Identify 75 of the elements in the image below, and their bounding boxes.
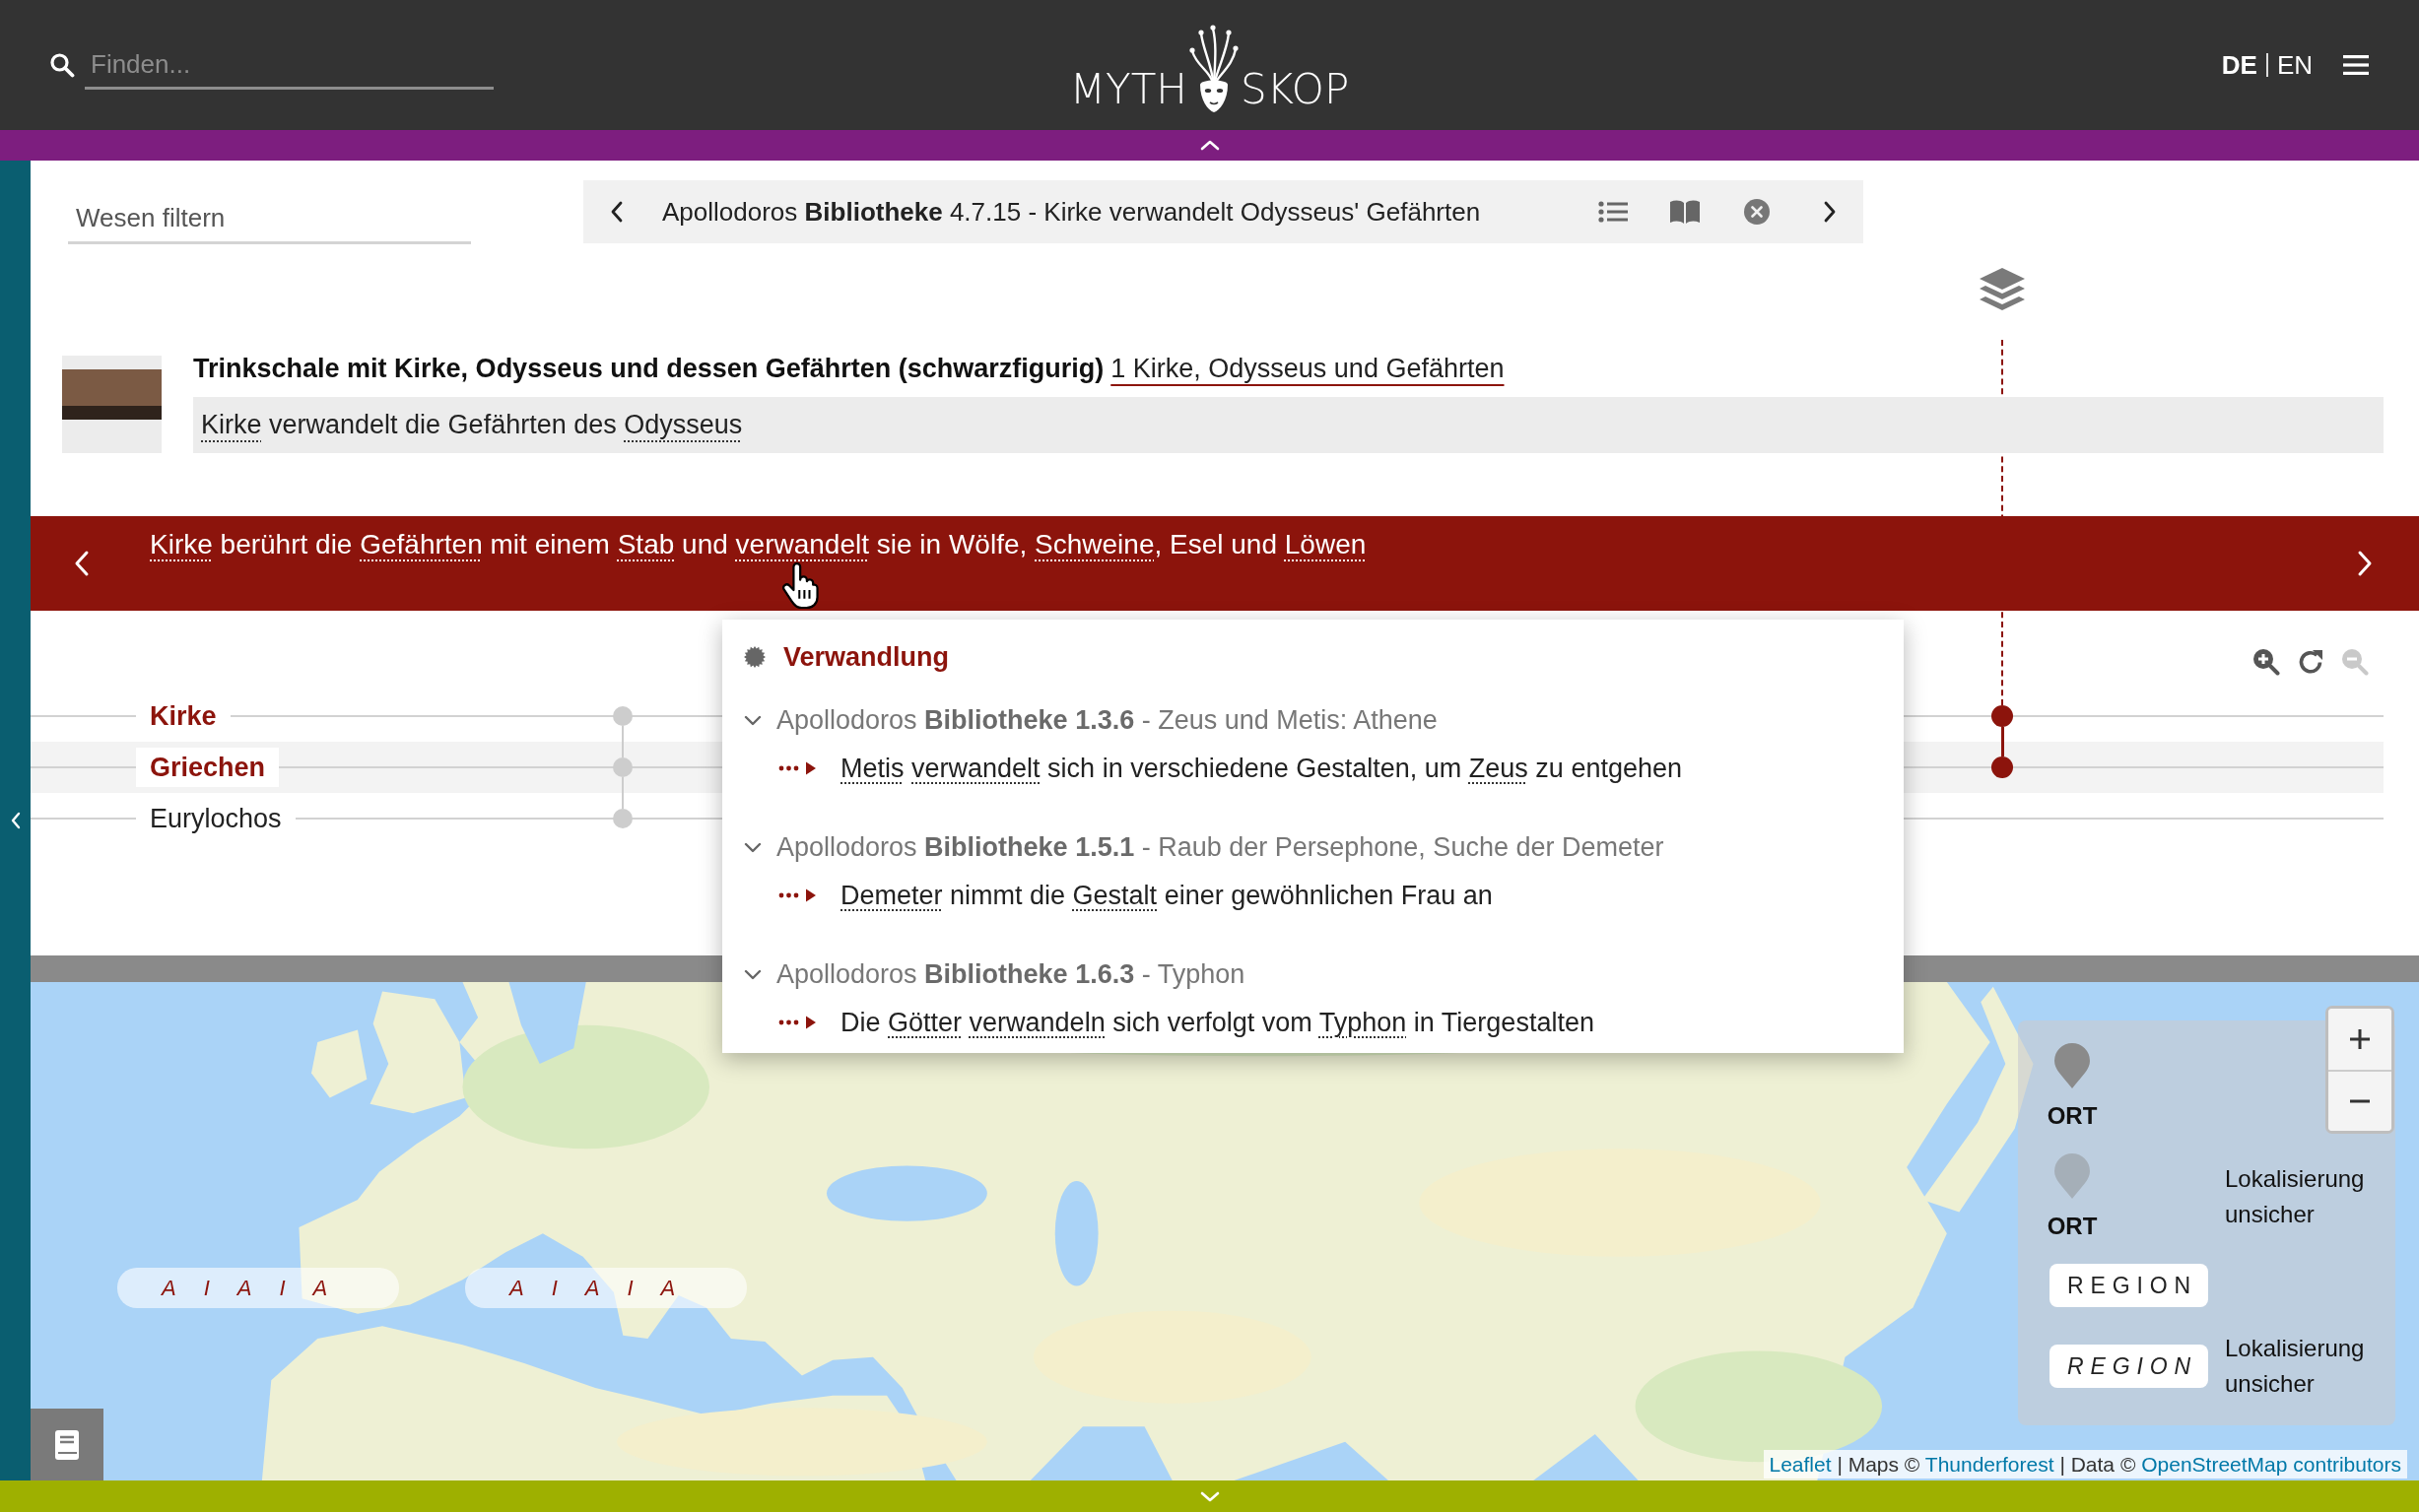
- dotted-arrow-icon: [778, 888, 818, 902]
- chevron-down-icon[interactable]: [744, 968, 762, 980]
- entity-link[interactable]: Gefährten: [360, 529, 483, 559]
- entity-link[interactable]: Typhon: [1318, 1007, 1407, 1037]
- source-heading: Apollodoros Bibliotheke 1.5.1 - Raub der Persephone, Suche der Demeter: [776, 831, 1664, 863]
- book-icon: [54, 1428, 80, 1461]
- book-icon[interactable]: [1669, 199, 1701, 225]
- object-link[interactable]: 1 Kirke, Odysseus und Gefährten: [1110, 353, 1505, 384]
- minus-icon: [2348, 1099, 2372, 1103]
- filter-field[interactable]: Wesen filtern: [68, 197, 471, 244]
- event-description: Metis verwandelt sich in verschiedene Gestalten, um Zeus zu entgehen: [840, 753, 1682, 784]
- event-description: Die Götter verwandeln sich verfolgt vom Typhon in Tiergestalten: [840, 1007, 1594, 1038]
- plus-icon: [2348, 1027, 2372, 1051]
- entity-link[interactable]: Gestalt: [1072, 880, 1158, 910]
- attribution-link[interactable]: Thunderforest: [1924, 1453, 2054, 1476]
- chevron-right-icon[interactable]: [1823, 200, 1837, 224]
- map-attribution: Leaflet | Maps © Thunderforest | Data © OpenStreetMap contributors: [1763, 1450, 2407, 1479]
- region-label: REGION: [2049, 1345, 2208, 1388]
- entity-link[interactable]: verwandeln: [969, 1007, 1106, 1037]
- hand-cursor-icon: [781, 562, 819, 609]
- object-title: Trinkschale mit Kirke, Odysseus und dessen Gefährten (schwarzfigurig): [193, 353, 1105, 384]
- source-heading: Apollodoros Bibliotheke 1.3.6 - Zeus und Metis: Athene: [776, 704, 1438, 736]
- logo-text: MYTH: [1069, 69, 1187, 110]
- event-dot[interactable]: [613, 706, 633, 726]
- entity-link[interactable]: Götter: [888, 1007, 963, 1037]
- entity-label: Griechen: [136, 748, 280, 787]
- region-label: REGION: [2049, 1264, 2208, 1307]
- search-field[interactable]: Finden...: [85, 46, 494, 90]
- entity-link[interactable]: Stab: [617, 529, 675, 559]
- entity-link[interactable]: verwandelt: [911, 753, 1041, 783]
- layers-icon[interactable]: [1978, 266, 2027, 313]
- sidebar-toggle-bar[interactable]: [0, 161, 31, 1480]
- entity-link[interactable]: verwandelt: [735, 529, 869, 559]
- book-button[interactable]: [31, 1409, 103, 1480]
- menu-icon[interactable]: [2343, 55, 2369, 75]
- dotted-arrow-icon: [778, 761, 818, 775]
- event-dot[interactable]: [613, 809, 633, 828]
- entity-link[interactable]: Kirke: [150, 529, 213, 559]
- language-option[interactable]: EN: [2276, 49, 2313, 81]
- entity-link[interactable]: Metis: [840, 753, 905, 783]
- language-option[interactable]: DE: [2221, 49, 2257, 81]
- attribution-link[interactable]: Leaflet: [1769, 1453, 1832, 1476]
- chevron-down-icon[interactable]: [744, 841, 762, 853]
- entity-link[interactable]: Kirke: [201, 410, 262, 439]
- chevron-left-icon[interactable]: [610, 200, 624, 224]
- entity-link[interactable]: Demeter: [840, 880, 943, 910]
- entity-link[interactable]: Schweine: [1035, 529, 1155, 559]
- entity-link[interactable]: Odysseus: [624, 410, 743, 439]
- map-label: AIAIA: [117, 1268, 400, 1308]
- source-heading: Apollodoros Bibliotheke 1.6.3 - Typhon: [776, 958, 1245, 990]
- badge-icon: [744, 646, 766, 668]
- source-title: Apollodoros Bibliotheke 4.7.15 - Kirke verwandelt Odysseus' Gefährten: [662, 196, 1482, 228]
- chevron-up-icon[interactable]: [1198, 138, 1221, 153]
- map-label: AIAIA: [465, 1268, 748, 1308]
- list-icon[interactable]: [1598, 201, 1628, 223]
- event-dot[interactable]: [1991, 705, 2013, 727]
- search-icon[interactable]: [49, 52, 75, 78]
- legend-label: ORT: [2047, 1102, 2098, 1130]
- scene-description: Kirke verwandelt die Gefährten des Odysseus: [193, 397, 2384, 453]
- legend-note: Lokalisierung unsicher: [2225, 1334, 2366, 1399]
- chevron-left-icon[interactable]: [9, 811, 22, 830]
- entity-link[interactable]: Löwen: [1284, 529, 1367, 559]
- event-description: Demeter nimmt die Gestalt einer gewöhnlichen Frau an: [840, 880, 1493, 911]
- entity-link[interactable]: Zeus: [1468, 753, 1528, 783]
- legend-label: ORT: [2047, 1213, 2098, 1240]
- event-description: Kirke berührt die Gefährten mit einem Stab und verwandelt sie in Wölfe, Schweine, Esel und Löwen: [150, 528, 1368, 561]
- attribution-link[interactable]: OpenStreetMap contributors: [2141, 1453, 2401, 1476]
- zoom-in-icon[interactable]: [2252, 648, 2280, 676]
- dotted-arrow-icon: [778, 1016, 818, 1029]
- refresh-icon[interactable]: [2297, 648, 2324, 676]
- popup-title: Verwandlung: [783, 641, 950, 673]
- close-icon[interactable]: [1744, 199, 1770, 225]
- legend-note: Lokalisierung unsicher: [2225, 1164, 2366, 1229]
- logo-text: SKOP: [1240, 69, 1350, 110]
- chevron-down-icon[interactable]: [744, 714, 762, 726]
